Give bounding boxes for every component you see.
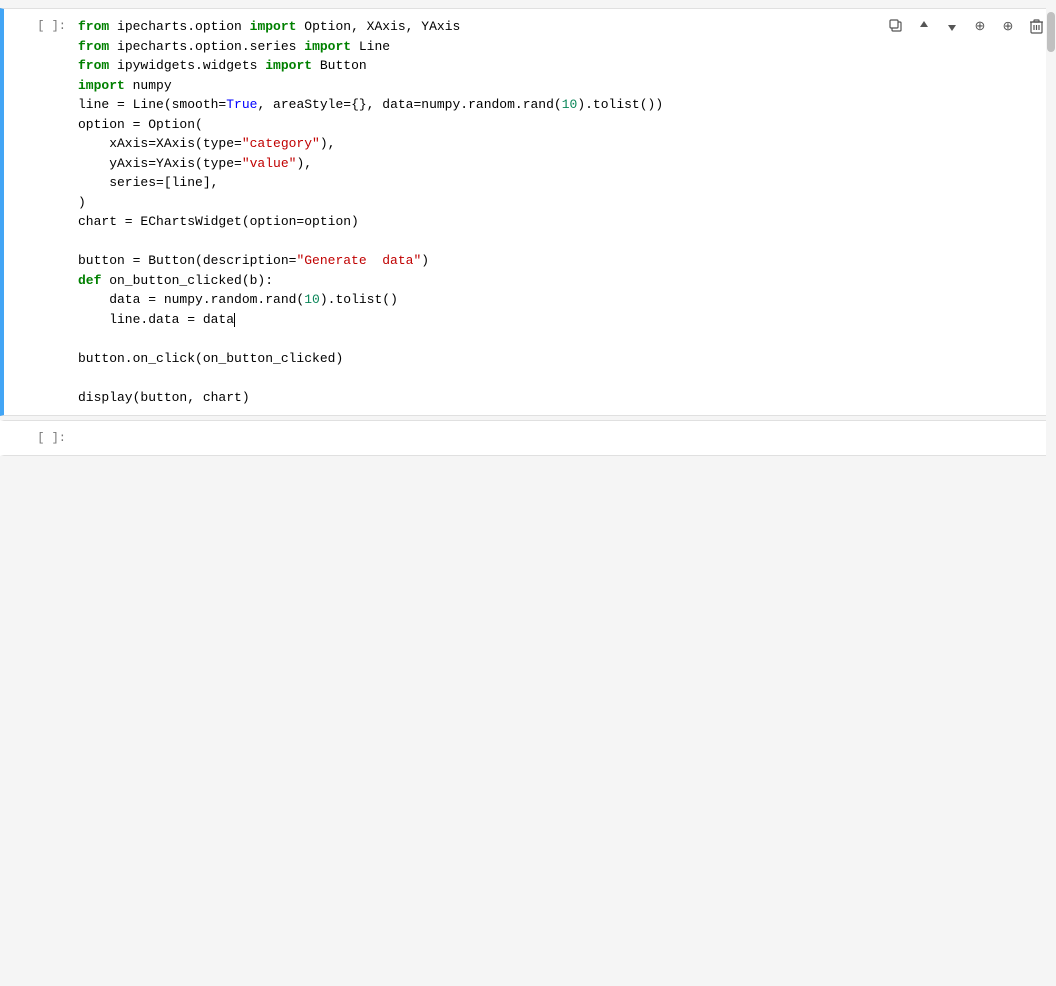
code-line: data = numpy.random.rand(10).tolist()	[78, 290, 873, 310]
code-line: )	[78, 193, 873, 213]
code-line: yAxis=YAxis(type="value"),	[78, 154, 873, 174]
scrollbar[interactable]	[1046, 8, 1056, 986]
code-line: from ipecharts.option.series import Line	[78, 37, 873, 57]
delete-cell-button[interactable]	[1025, 15, 1047, 37]
code-line: button = Button(description="Generate da…	[78, 251, 873, 271]
notebook-container: [ ]: from ipecharts.option import Option…	[0, 8, 1056, 986]
code-line: chart = EChartsWidget(option=option)	[78, 212, 873, 232]
insert-below-button[interactable]: ⊕	[997, 15, 1019, 37]
code-line: option = Option(	[78, 115, 873, 135]
code-line: def on_button_clicked(b):	[78, 271, 873, 291]
code-line	[78, 329, 873, 349]
cell-code-1[interactable]: from ipecharts.option import Option, XAx…	[74, 9, 877, 415]
code-line: display(button, chart)	[78, 388, 873, 408]
code-line: line.data = data	[78, 310, 873, 330]
cell-toolbar-1: ⊕ ⊕	[877, 9, 1055, 415]
code-cell-1[interactable]: [ ]: from ipecharts.option import Option…	[0, 8, 1056, 416]
copy-cell-button[interactable]	[885, 15, 907, 37]
insert-above-button[interactable]: ⊕	[969, 15, 991, 37]
move-up-button[interactable]	[913, 15, 935, 37]
code-line: import numpy	[78, 76, 873, 96]
code-cell-2[interactable]: [ ]:	[0, 420, 1056, 456]
code-line: line = Line(smooth=True, areaStyle={}, d…	[78, 95, 873, 115]
code-line	[78, 368, 873, 388]
move-down-button[interactable]	[941, 15, 963, 37]
code-line: from ipecharts.option import Option, XAx…	[78, 17, 873, 37]
code-line: button.on_click(on_button_clicked)	[78, 349, 873, 369]
text-cursor	[234, 313, 235, 327]
scrollbar-thumb[interactable]	[1047, 12, 1055, 52]
code-line	[78, 232, 873, 252]
cell-prompt-2: [ ]:	[4, 421, 74, 455]
code-line: series=[line],	[78, 173, 873, 193]
code-line: from ipywidgets.widgets import Button	[78, 56, 873, 76]
cell-prompt-1: [ ]:	[4, 9, 74, 415]
cell-code-2[interactable]	[74, 421, 1055, 455]
code-line: xAxis=XAxis(type="category"),	[78, 134, 873, 154]
